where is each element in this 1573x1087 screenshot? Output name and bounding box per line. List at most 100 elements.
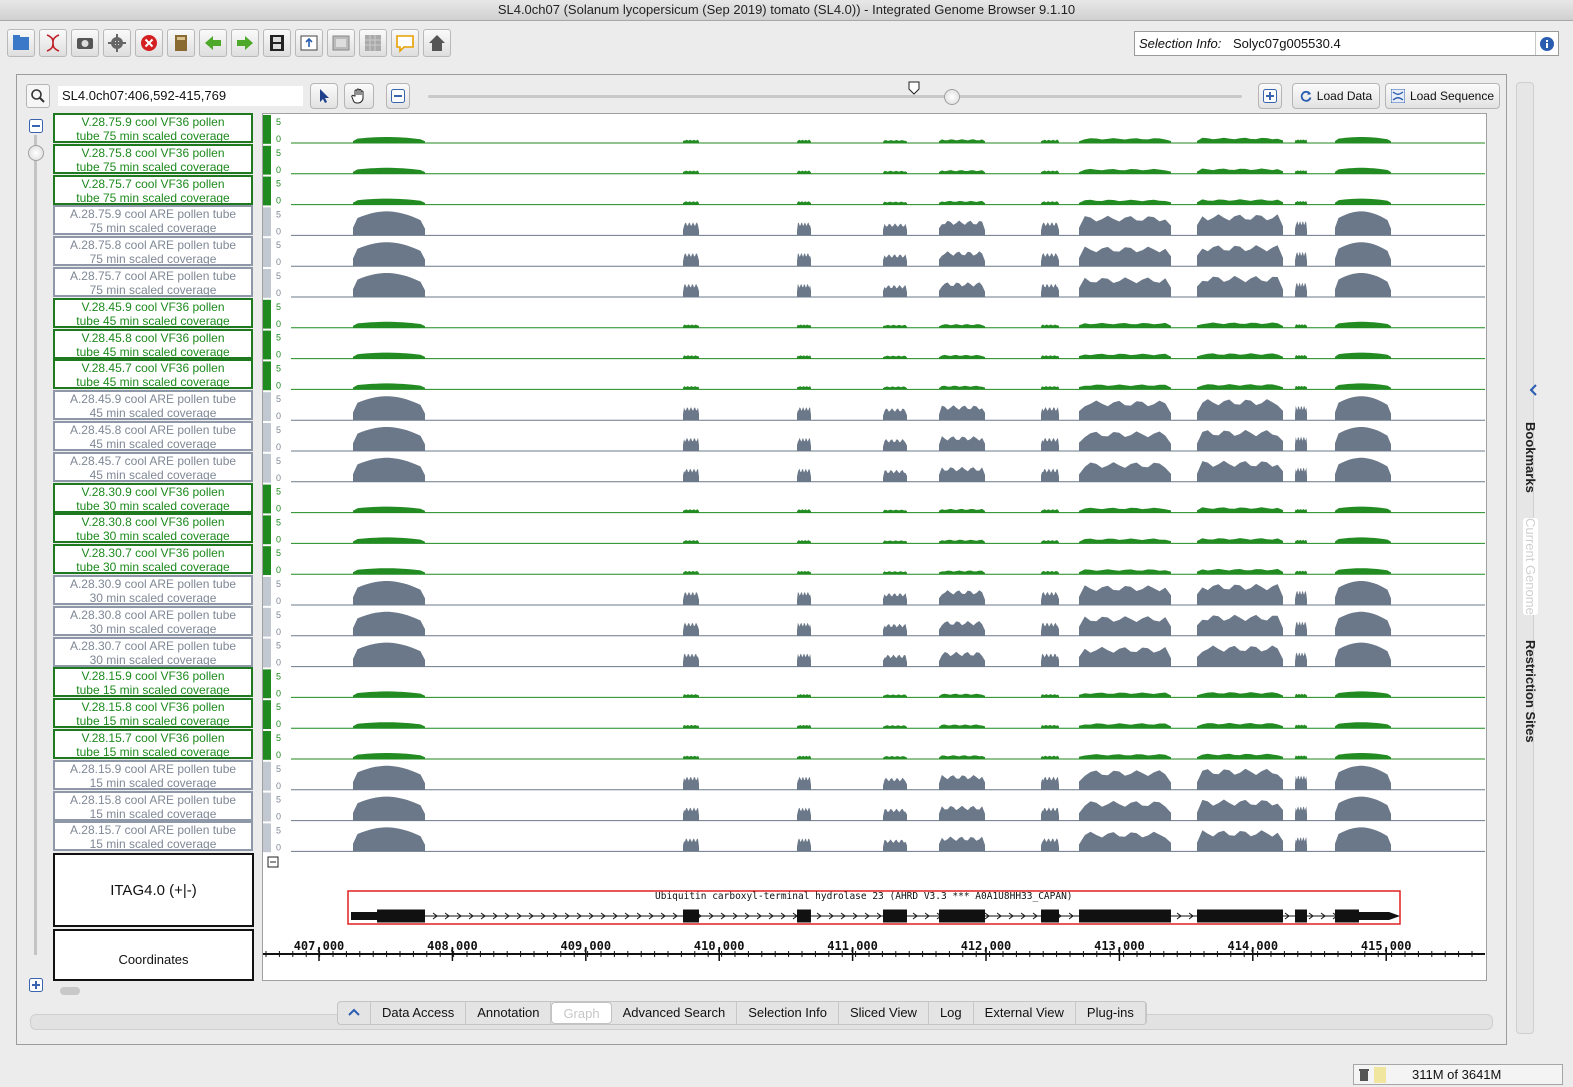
- tab-external-view[interactable]: External View: [974, 1002, 1076, 1024]
- coverage-peak: [1335, 753, 1391, 759]
- arrow-right-button[interactable]: [231, 29, 259, 57]
- track-label[interactable]: A.28.15.8 cool ARE pollen tube 15 min sca…: [53, 790, 253, 821]
- select-tool-button[interactable]: [310, 83, 338, 109]
- track-label[interactable]: V.28.15.9 cool VF36 pollen tube 15 min sc…: [53, 667, 253, 698]
- tracks-canvas[interactable]: 5 0 5 0 5 0 5 0 5 0 5 0 5 0 5 0 5 0 5 0 5 0 5 0 5 0 5 0 5 0 5 0 5 0 5 0 5 0 5 0…: [263, 114, 1488, 982]
- track-label[interactable]: V.28.30.8 cool VF36 pollen tube 30 min sc…: [53, 513, 253, 544]
- track-axis-bar: [263, 115, 271, 144]
- info-icon[interactable]: [1535, 32, 1558, 55]
- chevron-left-icon[interactable]: [1528, 384, 1538, 396]
- vertical-zoom-thumb[interactable]: [28, 145, 44, 161]
- tab-collapse[interactable]: [338, 1002, 371, 1024]
- track-label[interactable]: A.28.30.7 cool ARE pollen tube 30 min sca…: [53, 636, 253, 667]
- track-label[interactable]: V.28.75.9 cool VF36 pollen tube 75 min sc…: [53, 113, 253, 143]
- book-button[interactable]: [167, 29, 195, 57]
- track-label[interactable]: V.28.45.9 cool VF36 pollen tube 45 min sc…: [53, 297, 253, 328]
- track-label[interactable]: A.28.30.9 cool ARE pollen tube 30 min sca…: [53, 575, 253, 605]
- tab-annotation[interactable]: Annotation: [466, 1002, 552, 1024]
- track-label[interactable]: V.28.30.7 cool VF36 pollen tube 30 min sc…: [53, 544, 253, 575]
- coverage-peak: [939, 466, 985, 482]
- load-data-label: Load Data: [1316, 89, 1373, 103]
- gene-track-label[interactable]: ITAG4.0 (+|-): [53, 853, 254, 927]
- track-label[interactable]: A.28.45.9 cool ARE pollen tube 45 min sca…: [53, 390, 253, 421]
- coverage-peak: [1335, 273, 1391, 297]
- track-label-line2: tube 75 min scaled coverage: [76, 129, 230, 143]
- track-label[interactable]: A.28.45.8 cool ARE pollen tube 45 min sca…: [53, 421, 253, 451]
- chevron-up-icon: [348, 1008, 360, 1016]
- export-button[interactable]: [295, 29, 323, 57]
- tab-data-access[interactable]: Data Access: [371, 1002, 467, 1024]
- zoom-in-button[interactable]: [1258, 83, 1282, 109]
- stop-button[interactable]: [135, 29, 163, 57]
- gear-button[interactable]: [103, 29, 131, 57]
- tab-graph[interactable]: Graph: [551, 1002, 612, 1024]
- track-label[interactable]: V.28.75.8 cool VF36 pollen tube 75 min sc…: [53, 143, 253, 174]
- selection-info-value[interactable]: Solyc07g005530.4: [1233, 36, 1341, 51]
- film-button[interactable]: [263, 29, 291, 57]
- restriction-sites-tab[interactable]: Restriction Sites: [1523, 640, 1538, 743]
- vertical-zoom-slider[interactable]: [34, 135, 37, 955]
- track-label[interactable]: A.28.75.8 cool ARE pollen tube 75 min sca…: [53, 236, 253, 267]
- pan-tool-button[interactable]: [344, 83, 374, 109]
- track-label[interactable]: V.28.15.7 cool VF36 pollen tube 15 min sc…: [53, 729, 253, 759]
- current-genome-tab[interactable]: Current Genome: [1523, 518, 1538, 615]
- track-label[interactable]: V.28.45.8 cool VF36 pollen tube 45 min sc…: [53, 328, 253, 359]
- track-label[interactable]: A.28.30.8 cool ARE pollen tube 30 min sca…: [53, 605, 253, 636]
- track-label[interactable]: A.28.15.7 cool ARE pollen tube 15 min sca…: [53, 821, 253, 852]
- track-label[interactable]: A.28.45.7 cool ARE pollen tube 45 min sca…: [53, 451, 253, 482]
- track-axis-bar: [263, 792, 271, 822]
- vertical-zoom-in-button[interactable]: [27, 976, 45, 994]
- coverage-peak: [797, 355, 811, 359]
- track-label[interactable]: V.28.45.7 cool VF36 pollen tube 45 min sc…: [53, 359, 253, 390]
- horizontal-zoom-slider[interactable]: [428, 95, 1242, 98]
- coverage-peak: [1197, 583, 1283, 605]
- search-icon[interactable]: [26, 84, 50, 108]
- home-button[interactable]: [423, 29, 451, 57]
- open-file-button[interactable]: [7, 29, 35, 57]
- tab-advanced-search[interactable]: Advanced Search: [612, 1002, 738, 1024]
- coverage-peak: [1041, 776, 1059, 790]
- camera-button[interactable]: [71, 29, 99, 57]
- track-axis-bar: [263, 731, 271, 760]
- tab-sliced-view[interactable]: Sliced View: [839, 1002, 929, 1024]
- load-data-button[interactable]: Load Data: [1292, 83, 1380, 109]
- trash-icon[interactable]: [1358, 1068, 1370, 1082]
- region-input[interactable]: SL4.0ch07:406,592-415,769: [58, 86, 303, 106]
- vertical-zoom-out-button[interactable]: [27, 117, 45, 135]
- zoom-out-button[interactable]: [386, 83, 410, 109]
- bookmarks-tab[interactable]: Bookmarks: [1523, 422, 1538, 493]
- track-label[interactable]: A.28.15.9 cool ARE pollen tube 15 min sca…: [53, 759, 253, 790]
- track-label[interactable]: V.28.15.8 cool VF36 pollen tube 15 min sc…: [53, 698, 253, 729]
- coverage-peak: [683, 437, 699, 451]
- arrow-left-button[interactable]: [199, 29, 227, 57]
- tab-log[interactable]: Log: [929, 1002, 974, 1024]
- track-label[interactable]: V.28.30.9 cool VF36 pollen tube 30 min sc…: [53, 482, 253, 513]
- axis-tick-label: 0: [276, 627, 281, 637]
- track-label-line2: tube 75 min scaled coverage: [76, 190, 230, 205]
- coverage-peak: [1197, 614, 1283, 636]
- tab-plug-ins[interactable]: Plug-ins: [1076, 1002, 1146, 1024]
- track-data-area[interactable]: 5 0 5 0 5 0 5 0 5 0 5 0 5 0 5 0 5 0 5 0 5 0 5 0 5 0 5 0 5 0 5 0 5 0 5 0 5 0 5 0…: [262, 113, 1487, 981]
- horizontal-zoom-thumb[interactable]: [944, 89, 960, 105]
- coverage-peak: [1197, 214, 1283, 236]
- axis-tick-label: 0: [276, 565, 281, 575]
- coverage-peak: [797, 222, 811, 236]
- horizontal-scrollbar[interactable]: [60, 987, 80, 995]
- coverage-peak: [1079, 199, 1171, 205]
- track-label[interactable]: A.28.75.7 cool ARE pollen tube 75 min sca…: [53, 267, 253, 297]
- zoom-stripe-marker-icon[interactable]: [908, 81, 920, 95]
- load-sequence-button[interactable]: Load Sequence: [1385, 83, 1500, 109]
- grid-button[interactable]: [359, 29, 387, 57]
- tab-selection-info[interactable]: Selection Info: [737, 1002, 839, 1024]
- coordinates-track-label[interactable]: Coordinates: [53, 929, 254, 981]
- coverage-peak: [1197, 245, 1283, 267]
- speech-bubble-button[interactable]: [391, 29, 419, 57]
- track-label[interactable]: V.28.75.7 cool VF36 pollen tube 75 min sc…: [53, 174, 253, 205]
- track-axis-bar: [263, 546, 271, 575]
- coverage-peak: [1295, 201, 1307, 205]
- dna-button[interactable]: [39, 29, 67, 57]
- panel-button[interactable]: [327, 29, 355, 57]
- coverage-peak: [683, 201, 699, 205]
- track-label[interactable]: A.28.75.9 cool ARE pollen tube 75 min sca…: [53, 205, 253, 236]
- coverage-peak: [939, 724, 985, 729]
